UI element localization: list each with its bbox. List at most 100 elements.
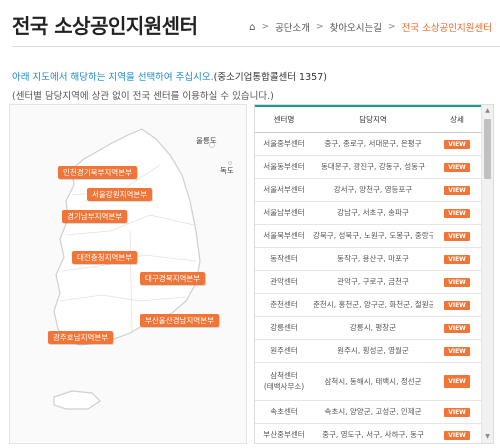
- center-area: 동대문구, 광진구, 강동구, 성동구: [313, 155, 433, 179]
- breadcrumb-item-company[interactable]: 공단소개: [275, 20, 310, 34]
- home-icon[interactable]: ⌂: [249, 22, 255, 33]
- center-area: 강서구, 양천구, 영등포구: [313, 178, 433, 202]
- view-cell: VIEW: [433, 247, 481, 271]
- center-table-panel[interactable]: 센터명 담당지역 상세 서울중부센터 중구, 종로구, 서대문구, 은평구 VI…: [254, 104, 494, 444]
- page-title: 전국 소상공인지원센터: [12, 14, 198, 38]
- scroll-up-arrow-icon[interactable]: ▲: [482, 105, 493, 117]
- center-name: 속초센터: [255, 400, 313, 424]
- center-name: 강릉센터: [255, 316, 313, 340]
- center-area: 강북구, 성북구, 노원구, 도봉구, 중랑구: [313, 224, 433, 248]
- region-tag-busan-ulsan-gyeongnam[interactable]: 부산울산경남지역본부: [140, 314, 219, 327]
- center-area: 삼척시, 동해시, 태백시, 정선군: [313, 362, 433, 401]
- view-button[interactable]: VIEW: [444, 323, 470, 333]
- header-detail: 상세: [433, 105, 481, 133]
- center-area: 동작구, 용산구, 마포구: [313, 247, 433, 271]
- region-tag-incheon-gyeonggi-north[interactable]: 인천경기북부지역본부: [58, 166, 137, 179]
- view-button[interactable]: VIEW: [444, 346, 470, 356]
- table-row: 강릉센터 강릉시, 평창군 VIEW: [255, 316, 481, 340]
- region-tag-gyeonggi-south[interactable]: 경기남부지역본부: [62, 210, 128, 223]
- center-name: 부산중부센터: [255, 423, 313, 443]
- view-button[interactable]: VIEW: [444, 430, 470, 440]
- breadcrumb-item-directions[interactable]: 찾아오시는길: [330, 20, 382, 34]
- breadcrumb-separator-icon: >: [388, 22, 396, 32]
- header-center-name: 센터명: [255, 105, 313, 133]
- korea-map-graphic: [53, 128, 232, 410]
- center-table: 센터명 담당지역 상세 서울중부센터 중구, 종로구, 서대문구, 은평구 VI…: [255, 105, 481, 443]
- center-name: 서울중부센터: [255, 132, 313, 156]
- header-area: 담당지역: [313, 105, 433, 133]
- center-name: 서울북부센터: [255, 224, 313, 248]
- region-tag-gwangju-honam[interactable]: 광주호남지역본부: [48, 331, 114, 344]
- center-area: 원주시, 횡성군, 영월군: [313, 339, 433, 363]
- view-cell: VIEW: [433, 201, 481, 225]
- center-area: 중구, 영도구, 서구, 사하구, 동구: [313, 423, 433, 443]
- breadcrumb: ⌂ > 공단소개 > 찾아오시는길 > 전국 소상공인지원센터: [249, 20, 492, 35]
- region-tag-seoul-gangwon[interactable]: 서울강원지역본부: [87, 188, 153, 201]
- table-row: 서울중부센터 중구, 종로구, 서대문구, 은평구 VIEW: [255, 132, 481, 156]
- view-button[interactable]: VIEW: [444, 208, 470, 218]
- view-button[interactable]: VIEW: [444, 162, 470, 172]
- table-row: 서울북부센터 강북구, 성북구, 노원구, 도봉구, 중랑구 VIEW: [255, 224, 481, 248]
- table-row: 속초센터 속초시, 양양군, 고성군, 인제군 VIEW: [255, 400, 481, 424]
- view-cell: VIEW: [433, 155, 481, 179]
- view-cell: VIEW: [433, 423, 481, 443]
- breadcrumb-item-current: 전국 소상공인지원센터: [401, 23, 492, 34]
- scrollbar-thumb[interactable]: [484, 119, 491, 179]
- view-cell: VIEW: [433, 400, 481, 424]
- view-cell: VIEW: [433, 132, 481, 156]
- view-cell: VIEW: [433, 293, 481, 317]
- center-area: 강남구, 서초구, 송파구: [313, 201, 433, 225]
- view-button[interactable]: VIEW: [444, 277, 470, 287]
- center-name: 관악센터: [255, 270, 313, 294]
- view-cell: VIEW: [433, 316, 481, 340]
- center-name: 삼척센터 (태백사무소): [255, 362, 313, 401]
- center-area: 관악구, 구로구, 금천구: [313, 270, 433, 294]
- title-divider: [12, 46, 500, 47]
- intro-line-1: 아래 지도에서 해당하는 지역을 선택하여 주십시오.(중소기업통합콜센터 13…: [12, 68, 327, 87]
- map-label-dokdo: 독도: [220, 166, 234, 175]
- intro-callcenter: (중소기업통합콜센터 1357): [213, 72, 327, 83]
- table-row: 춘천센터 춘천시, 홍천군, 양구군, 화천군, 철원군 , VIEW: [255, 293, 481, 317]
- table-row: 서울서부센터 강서구, 양천구, 영등포구 VIEW: [255, 178, 481, 202]
- region-tag-daejeon-chungcheong[interactable]: 대전충청지역본부: [72, 251, 138, 264]
- breadcrumb-separator-icon: >: [261, 22, 270, 32]
- view-cell: VIEW: [433, 339, 481, 363]
- center-name: 서울남부센터: [255, 201, 313, 225]
- view-button[interactable]: VIEW: [444, 300, 470, 310]
- view-cell: VIEW: [433, 178, 481, 202]
- region-tag-daegu-gyeongbuk[interactable]: 대구경북지역본부: [140, 272, 206, 285]
- center-area: 속초시, 양양군, 고성군, 인제군: [313, 400, 433, 424]
- center-name: 서울서부센터: [255, 178, 313, 202]
- view-button[interactable]: VIEW: [444, 254, 470, 264]
- view-button[interactable]: VIEW: [444, 185, 470, 195]
- view-button[interactable]: VIEW: [444, 139, 470, 149]
- table-row: 관악센터 관악구, 구로구, 금천구 VIEW: [255, 270, 481, 294]
- center-name: 서울동부센터: [255, 155, 313, 179]
- table-row: 서울동부센터 동대문구, 광진구, 강동구, 성동구 VIEW: [255, 155, 481, 179]
- view-cell: VIEW: [433, 270, 481, 294]
- table-header-row: 센터명 담당지역 상세: [255, 105, 481, 133]
- center-name: 원주센터: [255, 339, 313, 363]
- table-row: 원주센터 원주시, 횡성군, 영월군 VIEW: [255, 339, 481, 363]
- center-area: 중구, 종로구, 서대문구, 은평구: [313, 132, 433, 156]
- scroll-down-arrow-icon[interactable]: ▼: [482, 431, 493, 443]
- view-button[interactable]: VIEW: [444, 231, 470, 241]
- center-name-main: 삼척센터: [270, 371, 298, 380]
- view-cell: VIEW: [433, 362, 481, 401]
- center-name: 동작센터: [255, 247, 313, 271]
- map-label-ulleungdo: 울릉도: [196, 136, 217, 145]
- breadcrumb-separator-icon: >: [316, 22, 324, 32]
- center-area: 강릉시, 평창군: [313, 316, 433, 340]
- view-button[interactable]: VIEW: [444, 374, 470, 388]
- korea-peninsula-shape: [53, 128, 201, 346]
- center-area: 춘천시, 홍천군, 양구군, 화천군, 철원군 ,: [313, 293, 433, 317]
- view-cell: VIEW: [433, 224, 481, 248]
- korea-map: 울릉도 독도 인천경기북부지역본부 서울강원지역본부 경기남부지역본부 대전충청…: [9, 104, 247, 444]
- center-name-sub: (태백사무소): [263, 382, 305, 391]
- table-row: 삼척센터 (태백사무소) 삼척시, 동해시, 태백시, 정선군 VIEW: [255, 362, 481, 401]
- intro-text: 아래 지도에서 해당하는 지역을 선택하여 주십시오.(중소기업통합콜센터 13…: [12, 68, 327, 106]
- table-scrollbar[interactable]: ▲ ▼: [481, 105, 493, 443]
- jeju-island-shape: [53, 390, 101, 410]
- intro-highlight: 아래 지도에서 해당하는 지역을 선택하여 주십시오.: [12, 72, 214, 83]
- view-button[interactable]: VIEW: [444, 407, 470, 417]
